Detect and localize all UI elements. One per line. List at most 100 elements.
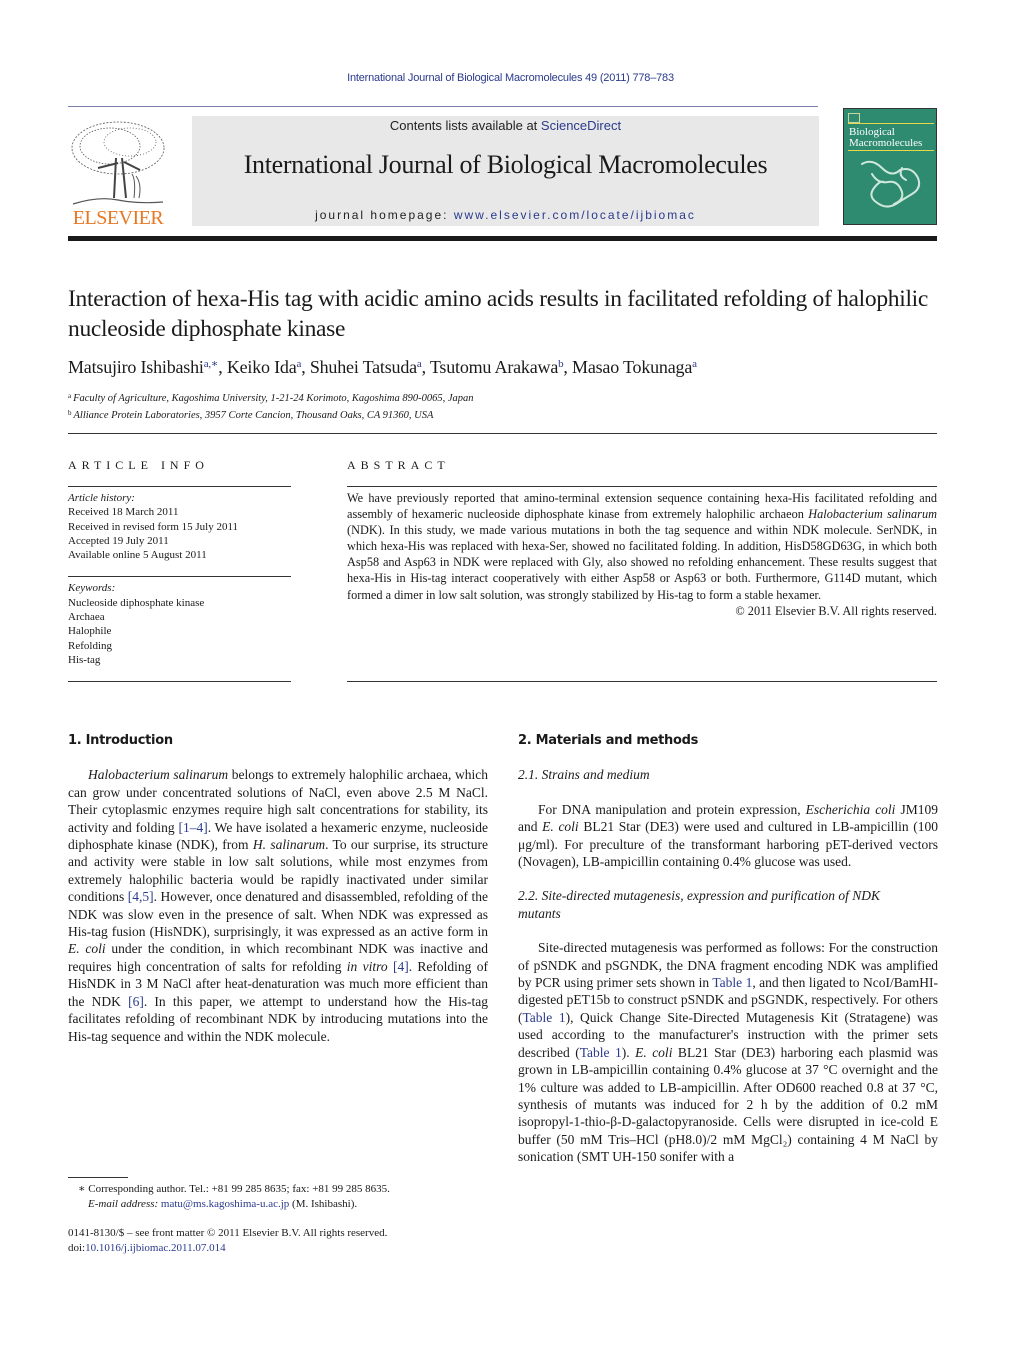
table-link[interactable]: Table 1 [523,1010,566,1025]
introduction-section: 1. Introduction Halobacterium salinarum … [68,732,488,1045]
cover-logo-icon [848,113,860,123]
abstract-heading: ABSTRACT [347,458,450,472]
corresponding-author-footnote: ∗ Corresponding author. Tel.: +81 99 285… [78,1182,498,1211]
journal-name: International Journal of Biological Macr… [243,150,768,179]
author-name[interactable]: Tsutomu Arakawa [430,357,558,377]
abstract-rule [347,486,937,487]
journal-homepage-link[interactable]: www.elsevier.com/locate/ijbiomac [454,208,696,222]
section-rule [68,433,937,434]
text: BL21 Star (DE3) harboring each plasmid w… [518,1044,939,1165]
keyword: Archaea [68,611,105,624]
copyright-notice: © 2011 Elsevier B.V. All rights reserved… [735,603,937,618]
italic-text: E. coli [635,1044,673,1060]
cover-title-line2: Macromolecules [849,137,923,149]
email-suffix: (M. Ishibashi). [289,1197,358,1210]
keywords-rule [68,576,291,578]
journal-cover-thumbnail[interactable]: Biological Macromolecules [843,108,937,225]
affiliation: a Faculty of Agriculture, Kagoshima Unive… [68,389,948,406]
running-head[interactable]: International Journal of Biological Macr… [0,72,1021,84]
affiliation-text: Alliance Protein Laboratories, 3957 Cort… [73,410,434,421]
affiliation-mark: b [68,409,72,417]
text: For DNA manipulation and protein express… [538,801,806,817]
author-name[interactable]: Keiko Ida [227,357,297,377]
contents-line: Contents lists available at ScienceDirec… [192,118,819,133]
history-item: Available online 5 August 2011 [68,549,207,562]
citation-link[interactable]: [1–4] [178,820,207,835]
article-history-label: Article history: [68,492,135,504]
table-link[interactable]: Table 1 [712,975,752,990]
article-info: Article history: Received 18 March 2011 … [68,486,291,667]
keyword: Nucleoside diphosphate kinase [68,596,205,609]
introduction-paragraph: Halobacterium salinarum belongs to extre… [68,766,488,1045]
organism-name: Halobacterium salinarum [808,507,937,522]
sciencedirect-link[interactable]: ScienceDirect [541,118,621,133]
homepage-prefix: journal homepage: [315,208,454,222]
email-label: E-mail address: [88,1197,159,1210]
author-affiliation-mark[interactable]: a,∗ [204,358,219,370]
subsection-heading: 2.1. Strains and medium [518,767,650,783]
elsevier-wordmark: ELSEVIER [72,207,164,229]
affiliation-mark: a [68,392,72,400]
author-affiliation-mark[interactable]: b [558,358,564,370]
affiliations: a Faculty of Agriculture, Kagoshima Unive… [68,389,948,423]
citation-link[interactable]: [4] [393,959,409,974]
doi-link[interactable]: 10.1016/j.ijbiomac.2011.07.014 [85,1242,225,1254]
footnote-text: Corresponding author. Tel.: +81 99 285 8… [85,1183,390,1195]
front-matter: 0141-8130/$ – see front matter © 2011 El… [68,1226,488,1256]
article-info-bottom-rule [68,681,291,682]
methods-section: 2. Materials and methods 2.1. Strains an… [518,732,938,1166]
italic-text: E. coli [68,941,106,957]
history-item: Accepted 19 July 2011 [68,534,169,547]
header-rule [68,106,818,107]
text: BL21 Star (DE3) were used and cultured i… [518,819,938,870]
author-affiliation-mark[interactable]: a [417,358,422,370]
cover-divider-2 [848,150,934,151]
author-affiliation-mark[interactable]: a [692,358,697,370]
methods-paragraph: Site-directed mutagenesis was performed … [518,939,938,1165]
keywords-label: Keywords: [68,582,116,595]
issn-line: 0141-8130/$ – see front matter © 2011 El… [68,1227,388,1239]
keyword: Halophile [68,625,112,638]
history-item: Received 18 March 2011 [68,506,179,519]
journal-homepage-line: journal homepage: www.elsevier.com/locat… [192,208,819,222]
citation-link[interactable]: [4,5] [128,889,154,904]
keyword: Refolding [68,639,112,652]
keyword: His-tag [68,653,101,666]
article-title: Interaction of hexa-His tag with acidic … [68,286,929,342]
methods-heading: 2. Materials and methods [518,733,699,748]
methods-paragraph: For DNA manipulation and protein express… [518,801,938,871]
introduction-heading: 1. Introduction [68,733,173,748]
abstract-text-part: (NDK). In this study, we made various mu… [347,523,937,602]
history-item: Received in revised form 15 July 2011 [68,520,239,533]
author-name[interactable]: Matsujiro Ishibashi [68,357,204,377]
italic-text: H. salinarum [252,837,326,853]
abstract-bottom-rule [347,681,937,682]
affiliation: b Alliance Protein Laboratories, 3957 Cor… [68,406,948,423]
contents-prefix: Contents lists available at [389,118,541,133]
elsevier-logo[interactable]: ELSEVIER [68,118,168,230]
article-info-heading: ARTICLE INFO [68,458,209,472]
article-info-rule [68,486,291,487]
protein-structure-icon [861,160,921,208]
abstract-text: We have previously reported that amino-t… [347,490,937,603]
email-link[interactable]: matu@ms.kagoshima-u.ac.jp [161,1198,289,1210]
subsection-heading: 2.2. Site-directed mutagenesis, expressi… [518,888,880,921]
italic-text: Halobacterium salinarum [88,767,229,783]
masthead-bottom-rule [68,236,937,241]
author-list: Matsujiro Ishibashia,∗, Keiko Idaa, Shuh… [68,357,697,377]
table-link[interactable]: Table 1 [580,1045,622,1060]
cover-divider [848,123,934,124]
author-name[interactable]: Shuhei Tatsuda [310,357,417,377]
doi-prefix: doi: [68,1242,86,1254]
citation-link[interactable]: [6] [128,994,144,1009]
abstract-body: We have previously reported that amino-t… [347,490,937,619]
italic-text: in vitro [346,958,388,974]
journal-masthead: Contents lists available at ScienceDirec… [192,116,819,226]
italic-text: E. coli [542,819,579,835]
affiliation-text: Faculty of Agriculture, Kagoshima Univer… [73,393,474,404]
cover-title: Biological Macromolecules [849,127,935,149]
elsevier-tree-icon [71,121,165,205]
author-affiliation-mark[interactable]: a [297,358,302,370]
footnote-rule [68,1177,128,1178]
author-name[interactable]: Masao Tokunaga [572,357,692,377]
